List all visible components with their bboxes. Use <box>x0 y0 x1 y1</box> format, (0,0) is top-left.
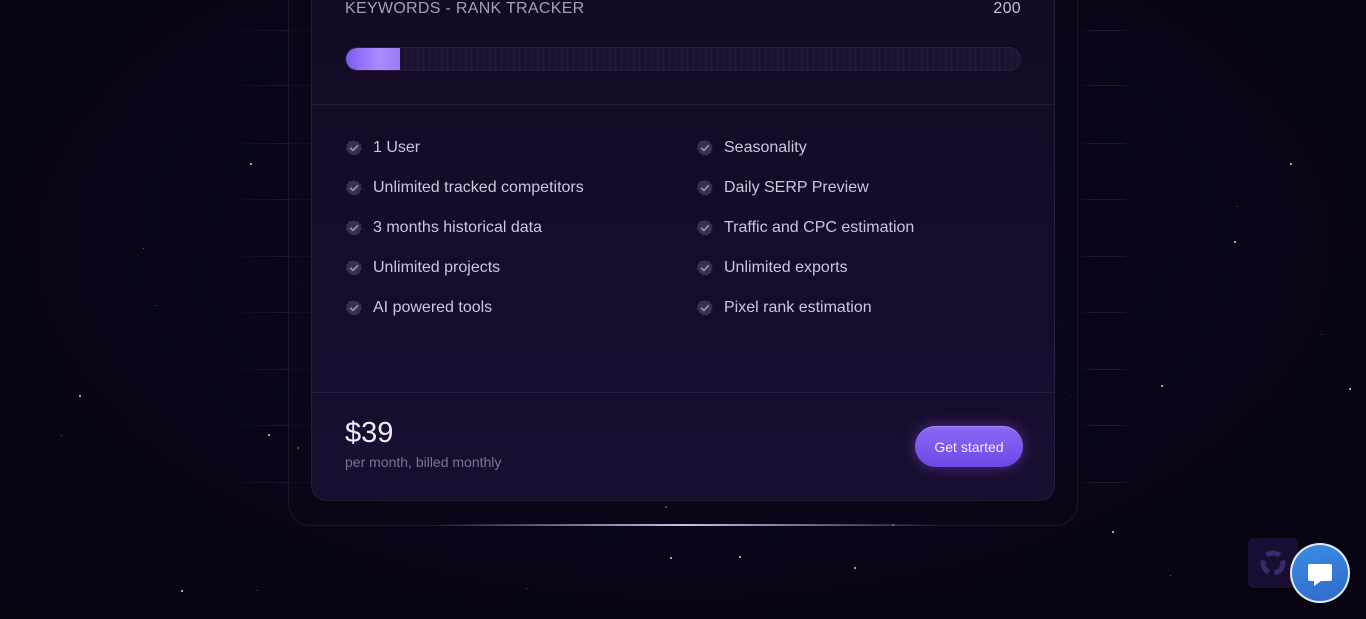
feature-item: 3 months historical data <box>345 219 696 237</box>
price-divider <box>312 392 1054 393</box>
check-badge-icon <box>345 300 362 316</box>
check-badge-icon <box>345 260 362 276</box>
feature-label: Unlimited tracked competitors <box>373 179 584 196</box>
check-badge-icon <box>345 180 362 196</box>
feature-label: 3 months historical data <box>373 219 542 236</box>
frame-glow <box>430 524 940 526</box>
feature-item: Seasonality <box>696 139 1036 157</box>
feature-item: Unlimited projects <box>345 259 696 277</box>
feature-label: Pixel rank estimation <box>724 299 872 316</box>
spinner-logo-icon <box>1260 550 1286 576</box>
feature-label: 1 User <box>373 139 421 156</box>
check-badge-icon <box>345 140 362 156</box>
check-badge-icon <box>696 260 713 276</box>
price-amount: $39 <box>345 417 394 449</box>
check-badge-icon <box>696 220 713 236</box>
feature-item: Unlimited tracked competitors <box>345 179 696 197</box>
feature-item: AI powered tools <box>345 299 696 317</box>
feature-label: Traffic and CPC estimation <box>724 219 915 236</box>
price-billing-note: per month, billed monthly <box>345 454 502 470</box>
keyword-limit-value: 200 <box>993 0 1021 17</box>
check-badge-icon <box>345 220 362 236</box>
feature-item: Pixel rank estimation <box>696 299 1036 317</box>
feature-list: 1 User Seasonality Unlimited tracked com… <box>345 139 1045 317</box>
keyword-slider[interactable] <box>345 47 1021 71</box>
keyword-slider-fill[interactable] <box>346 48 400 70</box>
feature-label: Unlimited exports <box>724 259 848 276</box>
price-block: $39 per month, billed monthly <box>345 418 501 470</box>
feature-item: Traffic and CPC estimation <box>696 219 1036 237</box>
grid-lines-right <box>1080 0 1130 619</box>
check-badge-icon <box>696 140 713 156</box>
feature-item: Unlimited exports <box>696 259 1036 277</box>
chat-launcher-button[interactable] <box>1290 543 1350 603</box>
feature-item: Daily SERP Preview <box>696 179 1036 197</box>
get-started-button[interactable]: Get started <box>915 426 1023 467</box>
feature-label: Seasonality <box>724 139 807 156</box>
page-background: KEYWORDS - RANK TRACKER 200 1 User Seaso… <box>0 0 1366 619</box>
feature-label: Unlimited projects <box>373 259 501 276</box>
section-divider <box>312 104 1054 105</box>
feature-item: 1 User <box>345 139 696 157</box>
keyword-limit-row: KEYWORDS - RANK TRACKER 200 <box>345 0 1021 18</box>
check-badge-icon <box>696 180 713 196</box>
pricing-card: KEYWORDS - RANK TRACKER 200 1 User Seaso… <box>311 0 1055 501</box>
feature-label: Daily SERP Preview <box>724 179 869 196</box>
check-badge-icon <box>696 300 713 316</box>
keyword-limit-label: KEYWORDS - RANK TRACKER <box>345 0 585 17</box>
feature-label: AI powered tools <box>373 299 493 316</box>
chat-bubble-icon <box>1308 564 1332 586</box>
